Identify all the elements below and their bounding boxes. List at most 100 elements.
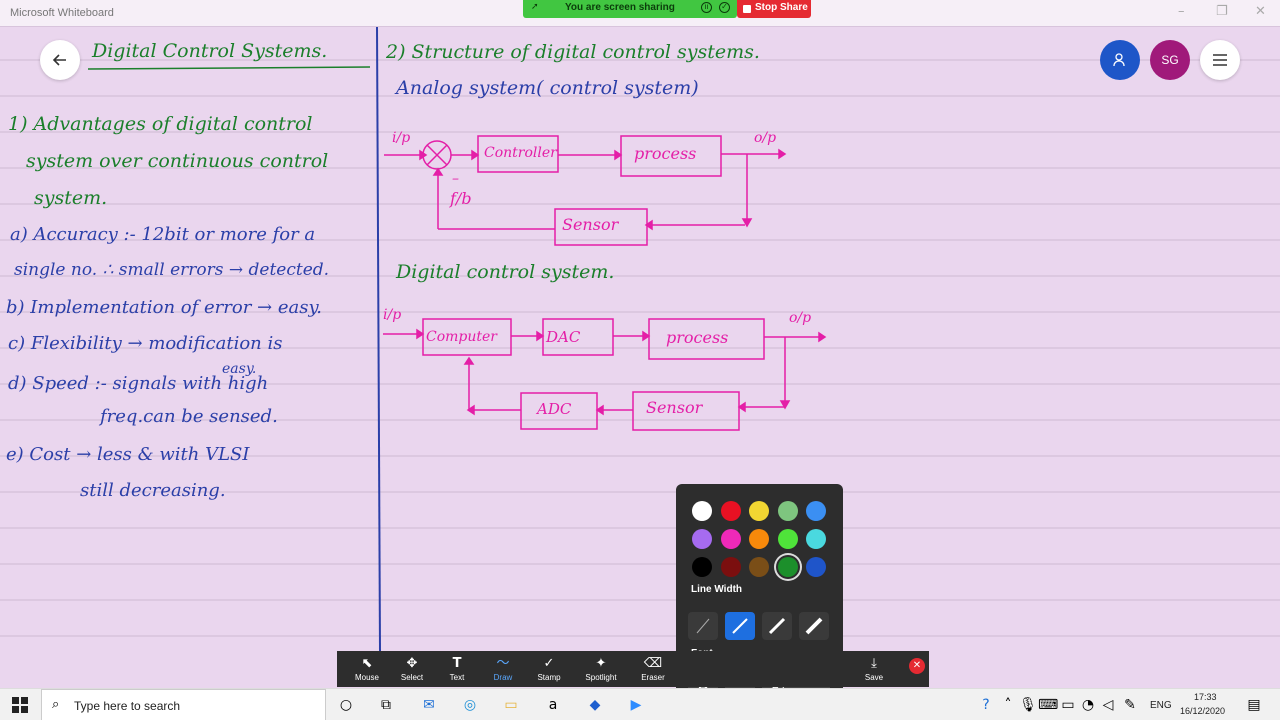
person-add-icon <box>1113 53 1125 67</box>
color-swatch[interactable] <box>777 557 798 577</box>
edge-icon[interactable]: ◎ <box>460 695 480 715</box>
thin-line-icon <box>696 618 710 634</box>
digital-block-sensor: Sensor <box>646 398 703 417</box>
clock-date[interactable]: 16/12/2020 <box>1180 706 1225 716</box>
thick-line-icon <box>768 617 786 635</box>
microphone-icon[interactable]: 🎙 <box>1018 695 1038 715</box>
pause-icon[interactable]: ıı <box>701 2 712 13</box>
share-banner: ➚ You are screen sharing ıı ✓ <box>523 0 737 18</box>
windows-start-icon[interactable] <box>10 695 30 715</box>
color-swatch[interactable] <box>720 557 741 577</box>
tool-text[interactable]: T Text <box>433 656 481 684</box>
shield-icon: ✓ <box>719 2 730 13</box>
tool-draw[interactable]: 〜 Draw <box>479 656 527 684</box>
dropbox-icon[interactable]: ◆ <box>585 695 605 715</box>
point-cost-cont: still decreasing. <box>80 480 226 501</box>
tool-stamp[interactable]: ✓ Stamp <box>525 656 573 684</box>
color-swatch[interactable] <box>720 501 741 521</box>
point-accuracy: a) Accuracy :- 12bit or more for a <box>10 224 316 245</box>
notes-title: Digital Control Systems. <box>92 40 328 62</box>
line-width-thin[interactable] <box>688 612 718 640</box>
zoom-icon[interactable]: ▶ <box>626 695 646 715</box>
whiteboard-canvas[interactable]: Digital Control Systems. 1) Advantages o… <box>0 27 1280 680</box>
analog-minus-sign: – <box>452 171 459 187</box>
spotlight-icon: ✦ <box>595 656 607 671</box>
line-width-medium[interactable] <box>725 612 755 640</box>
share-status-text: You are screen sharing <box>565 2 675 13</box>
point-flexibility: c) Flexibility → modification is <box>8 333 283 354</box>
structure-heading: 2) Structure of digital control systems. <box>386 41 760 63</box>
volume-icon[interactable]: ◁ <box>1098 695 1118 715</box>
point-speed-cont: freq.can be sensed. <box>100 406 278 427</box>
maximize-button[interactable]: ❐ <box>1216 4 1228 19</box>
line-width-thick[interactable] <box>762 612 792 640</box>
keyboard-icon[interactable]: ⌨ <box>1038 695 1058 715</box>
share-arrow-icon: ➚ <box>531 2 539 12</box>
color-swatch[interactable] <box>692 529 712 549</box>
cortana-icon[interactable]: ○ <box>336 695 356 715</box>
color-swatch[interactable] <box>720 529 741 549</box>
analog-input-label: i/p <box>392 130 411 146</box>
task-view-icon[interactable]: ⧉ <box>376 695 396 715</box>
hamburger-icon <box>1213 54 1227 66</box>
battery-icon[interactable]: ▭ <box>1058 695 1078 715</box>
network-icon[interactable]: ◔ <box>1078 695 1098 715</box>
help-icon[interactable]: ? <box>976 695 996 715</box>
analog-title: Analog system( control system) <box>396 77 699 99</box>
color-swatch[interactable] <box>806 501 826 521</box>
color-swatch[interactable] <box>777 529 798 549</box>
tool-spotlight[interactable]: ✦ Spotlight <box>577 656 625 684</box>
color-swatch[interactable] <box>749 501 769 521</box>
file-explorer-icon[interactable]: ▭ <box>501 695 521 715</box>
menu-button[interactable] <box>1200 40 1240 80</box>
color-swatch[interactable] <box>749 557 769 577</box>
color-swatch[interactable] <box>806 557 826 577</box>
tool-eraser[interactable]: ⌫ Eraser <box>629 656 677 684</box>
save-button[interactable]: ⤓ Save <box>850 656 898 684</box>
tool-spotlight-label: Spotlight <box>585 673 617 682</box>
checkmark-icon: ✓ <box>543 656 555 671</box>
tool-eraser-label: Eraser <box>641 673 665 682</box>
digital-title: Digital control system. <box>396 261 615 283</box>
text-icon: T <box>452 656 462 671</box>
minimize-button[interactable]: – <box>1178 4 1185 19</box>
stop-share-button[interactable]: Stop Share <box>737 0 811 18</box>
title-bar: Microsoft Whiteboard ➚ You are screen sh… <box>0 0 1280 27</box>
divider-line <box>376 27 381 653</box>
save-icon: ⤓ <box>871 656 877 671</box>
point-flexibility-easy: easy. <box>222 361 257 377</box>
digital-block-dac: DAC <box>546 328 581 346</box>
user-avatar[interactable]: SG <box>1150 40 1190 80</box>
search-placeholder: Type here to search <box>74 699 181 713</box>
point-cost: e) Cost → less & with VLSI <box>6 444 250 465</box>
back-button[interactable] <box>40 40 80 80</box>
clock-time[interactable]: 17:33 <box>1194 692 1217 702</box>
color-swatch[interactable] <box>692 501 712 521</box>
taskbar-search[interactable]: ⌕ Type here to search <box>41 689 326 720</box>
medium-line-icon <box>732 618 748 634</box>
analog-block-sensor: Sensor <box>562 215 619 234</box>
color-swatch[interactable] <box>692 557 712 577</box>
mail-icon[interactable]: ✉ <box>419 695 439 715</box>
color-swatch[interactable] <box>749 529 769 549</box>
whiteboard-toolbar: ⬉ Mouse ✥ Select T Text 〜 Draw ✓ Stamp ✦… <box>337 651 929 687</box>
tray-chevron-icon[interactable]: ˄ <box>998 695 1018 715</box>
line-width-extra-thick[interactable] <box>799 612 829 640</box>
analog-block-process: process <box>634 144 697 163</box>
tool-select[interactable]: ✥ Select <box>388 656 436 684</box>
color-swatch[interactable] <box>777 501 798 521</box>
close-window-button[interactable]: ✕ <box>1255 4 1266 19</box>
tool-mouse[interactable]: ⬉ Mouse <box>343 656 391 684</box>
notifications-icon[interactable]: ▤ <box>1244 695 1264 715</box>
language-indicator[interactable]: ENG <box>1150 700 1172 711</box>
analog-feedback-label: f/b <box>450 189 472 208</box>
invite-button[interactable] <box>1100 40 1140 80</box>
color-swatch[interactable] <box>806 529 826 549</box>
windows-taskbar: ⌕ Type here to search ○ ⧉ ✉ ◎ ▭ a ◆ ▶ ? … <box>0 688 1280 720</box>
close-toolbar-button[interactable]: ✕ <box>909 658 925 674</box>
extra-thick-line-icon <box>805 617 823 635</box>
analog-block-controller: Controller <box>484 145 557 161</box>
pen-icon[interactable]: ✎ <box>1120 695 1140 715</box>
amazon-icon[interactable]: a <box>543 695 563 715</box>
digital-block-computer: Computer <box>426 329 497 345</box>
